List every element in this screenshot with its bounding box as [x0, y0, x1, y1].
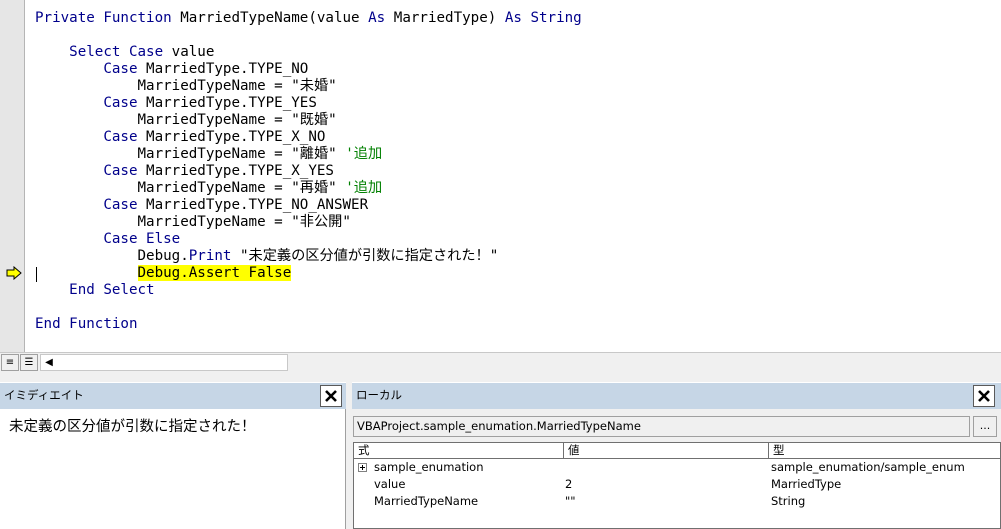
code-token: MarriedTypeName = "非公開"	[35, 214, 351, 230]
code-line[interactable]: End Select	[35, 282, 582, 299]
scroll-left-arrow-icon[interactable]: ◀	[41, 355, 57, 370]
keyword-token: End Function	[35, 316, 138, 332]
keyword-token: End Select	[69, 282, 155, 298]
code-line[interactable]: MarriedTypeName = "離婚" '追加	[35, 146, 582, 163]
keyword-token: Private Function	[35, 10, 181, 26]
code-token: MarriedType.TYPE_NO_ANSWER	[137, 197, 369, 213]
locals-grid[interactable]: 式 値 型 sample_enumation sample_enumation/…	[353, 442, 1001, 529]
code-line[interactable]: Debug.Assert False	[35, 265, 582, 282]
keyword-token: Case	[103, 61, 138, 77]
keyword-token: Case	[103, 95, 138, 111]
code-token: MarriedTypeName = "離婚"	[35, 146, 346, 162]
locals-window: VBAProject.sample_enumation.MarriedTypeN…	[352, 409, 1001, 529]
code-token: MarriedType)	[385, 10, 505, 26]
execution-pointer-arrow-icon	[6, 266, 22, 280]
code-token: Debug.	[35, 248, 189, 264]
code-line[interactable]: Select Case value	[35, 44, 582, 61]
locals-window-title: ローカル	[352, 383, 1001, 409]
code-token: MarriedTypeName(value	[180, 10, 369, 26]
code-line[interactable]: Case MarriedType.TYPE_X_NO	[35, 129, 582, 146]
code-line[interactable]	[35, 27, 582, 44]
column-header-type[interactable]: 型	[769, 443, 1000, 459]
code-line[interactable]: MarriedTypeName = "再婚" '追加	[35, 180, 582, 197]
editor-bottom-bar: ≡ ☰ ◀	[0, 352, 1001, 372]
call-stack-button[interactable]: ...	[973, 416, 997, 437]
code-line[interactable]: MarriedTypeName = "既婚"	[35, 112, 582, 129]
row-type: MarriedType	[771, 477, 842, 491]
row-value[interactable]: 2	[565, 476, 765, 493]
code-line[interactable]: End Function	[35, 316, 582, 333]
code-token: MarriedType.TYPE_X_YES	[137, 163, 334, 179]
column-header-value[interactable]: 値	[564, 443, 769, 459]
procedure-view-button[interactable]: ≡	[1, 354, 19, 371]
horizontal-scrollbar[interactable]: ◀	[40, 354, 288, 371]
close-icon	[978, 390, 990, 402]
locals-grid-header: 式 値 型	[354, 443, 1000, 459]
code-text[interactable]: Private Function MarriedTypeName(value A…	[35, 10, 582, 333]
row-type: String	[771, 494, 806, 508]
code-token: MarriedTypeName = "既婚"	[35, 112, 337, 128]
immediate-close-button[interactable]	[320, 385, 342, 407]
code-line[interactable]: Case MarriedType.TYPE_NO	[35, 61, 582, 78]
code-editor[interactable]: Private Function MarriedTypeName(value A…	[0, 0, 1001, 352]
column-header-expression[interactable]: 式	[354, 443, 564, 459]
immediate-output-text[interactable]: 未定義の区分値が引数に指定された！	[9, 415, 256, 436]
keyword-token: Select Case	[69, 44, 164, 60]
code-line[interactable]: Case MarriedType.TYPE_YES	[35, 95, 582, 112]
code-token: MarriedType.TYPE_YES	[137, 95, 317, 111]
margin-indicator-bar[interactable]	[0, 0, 25, 352]
immediate-window[interactable]: 未定義の区分値が引数に指定された！	[0, 409, 346, 529]
code-token: MarriedType.TYPE_NO	[137, 61, 309, 77]
code-token: MarriedTypeName = "未婚"	[35, 78, 337, 94]
close-icon	[325, 390, 337, 402]
row-expression: MarriedTypeName	[374, 494, 479, 508]
code-token: "未定義の区分値が引数に指定された！"	[231, 248, 499, 264]
pane-splitter[interactable]	[0, 372, 1001, 382]
locals-row[interactable]: sample_enumation sample_enumation/sample…	[354, 459, 1000, 476]
comment-token: '追加	[345, 180, 383, 196]
code-line[interactable]: MarriedTypeName = "未婚"	[35, 78, 582, 95]
code-token: MarriedType.TYPE_X_NO	[137, 129, 326, 145]
code-token: value	[163, 44, 215, 60]
keyword-token: Case Else	[103, 231, 181, 247]
code-line[interactable]: MarriedTypeName = "非公開"	[35, 214, 582, 231]
current-statement: Debug.Assert False	[137, 265, 292, 281]
row-expression: value	[374, 477, 406, 491]
code-line[interactable]: Debug.Print "未定義の区分値が引数に指定された！"	[35, 248, 582, 265]
code-line[interactable]: Case MarriedType.TYPE_NO_ANSWER	[35, 197, 582, 214]
code-line[interactable]: Case MarriedType.TYPE_X_YES	[35, 163, 582, 180]
row-value[interactable]: ""	[565, 493, 765, 510]
keyword-token: Case	[103, 129, 138, 145]
expand-plus-icon[interactable]	[358, 463, 367, 472]
row-type: sample_enumation/sample_enum	[771, 460, 965, 474]
keyword-token: As	[368, 10, 386, 26]
comment-token: '追加	[345, 146, 383, 162]
keyword-token: Print	[188, 248, 232, 264]
row-expression: sample_enumation	[374, 460, 484, 474]
locals-row[interactable]: MarriedTypeName "" String	[354, 493, 1000, 510]
keyword-token: Case	[103, 197, 138, 213]
code-line[interactable]	[35, 299, 582, 316]
call-context-field: VBAProject.sample_enumation.MarriedTypeN…	[353, 416, 970, 437]
immediate-window-title-label: イミディエイト	[4, 388, 84, 402]
locals-close-button[interactable]	[973, 385, 995, 407]
locals-row[interactable]: value 2 MarriedType	[354, 476, 1000, 493]
locals-window-title-label: ローカル	[356, 388, 402, 402]
immediate-window-title: イミディエイト	[0, 383, 346, 409]
code-line[interactable]: Private Function MarriedTypeName(value A…	[35, 10, 582, 27]
keyword-token: As String	[504, 10, 582, 26]
code-token: MarriedTypeName = "再婚"	[35, 180, 346, 196]
keyword-token: Case	[103, 163, 138, 179]
code-line[interactable]: Case Else	[35, 231, 582, 248]
full-module-view-button[interactable]: ☰	[20, 354, 38, 371]
